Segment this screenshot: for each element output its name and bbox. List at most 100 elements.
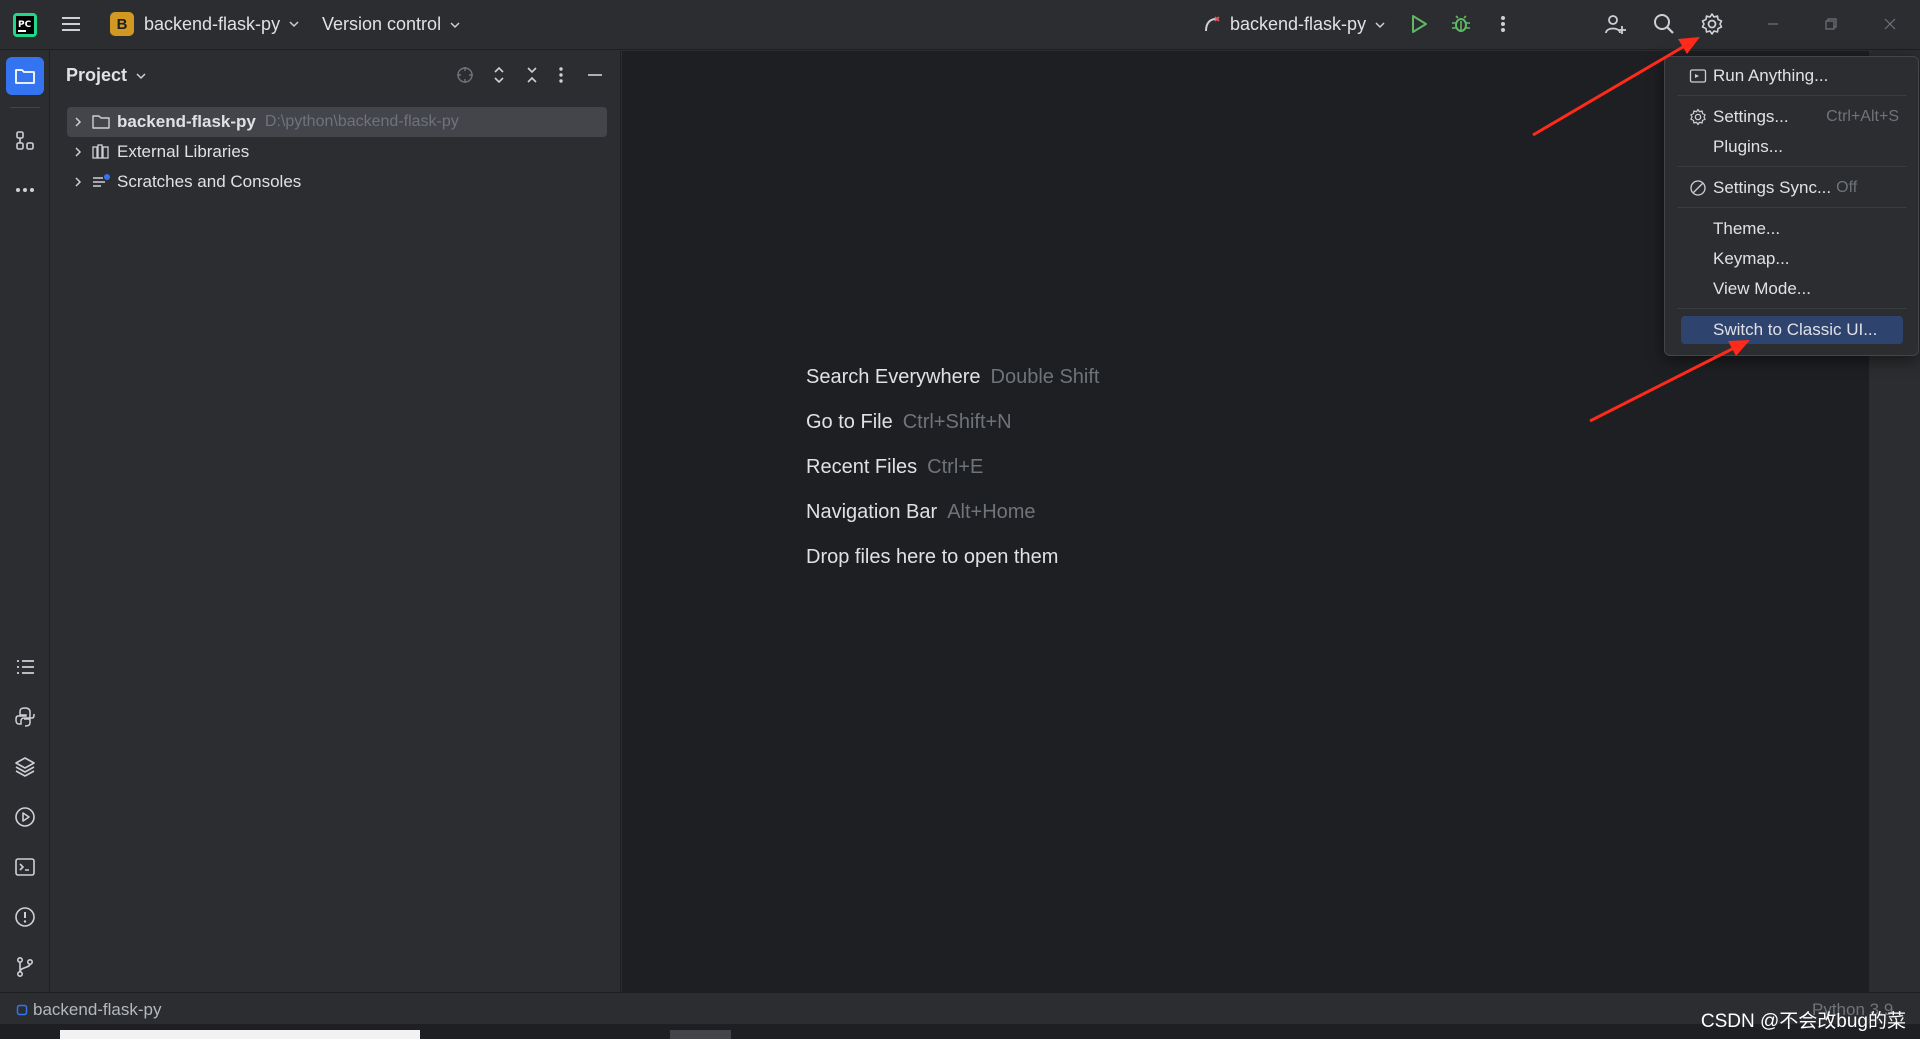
services-tool-button[interactable] xyxy=(6,798,44,836)
project-view-selector[interactable]: Project xyxy=(66,65,147,86)
gear-icon xyxy=(1701,13,1723,35)
folder-icon xyxy=(89,113,113,131)
collapse-icon xyxy=(527,67,537,83)
git-tool-button[interactable] xyxy=(6,948,44,986)
crosshair-icon xyxy=(457,67,473,83)
restore-button[interactable] xyxy=(1823,16,1839,32)
hint-navigation-bar: Navigation Bar Alt+Home xyxy=(806,501,1036,523)
collapse-all-button[interactable] xyxy=(522,65,542,85)
taskbar-tab xyxy=(670,1030,731,1039)
project-name: backend-flask-py xyxy=(144,13,281,34)
menu-item-switch-to-classic-ui[interactable]: Switch to Classic UI... xyxy=(1681,316,1903,344)
run-config-selector[interactable]: backend-flask-py xyxy=(1202,14,1386,35)
more-tools-button[interactable] xyxy=(6,171,44,209)
pycharm-logo-icon[interactable]: PC xyxy=(12,12,38,38)
search-everywhere-button[interactable] xyxy=(1652,12,1676,36)
title-bar: PC B backend-flask-py Version control ba… xyxy=(0,0,1920,50)
vcs-menu[interactable]: Version control xyxy=(322,14,461,35)
terminal-tool-button[interactable] xyxy=(6,848,44,886)
menu-item-settings[interactable]: Settings... Ctrl+Alt+S xyxy=(1681,103,1903,131)
add-user-icon xyxy=(1605,15,1626,34)
layers-icon xyxy=(15,757,35,777)
settings-popup-menu: Run Anything... Settings... Ctrl+Alt+S P… xyxy=(1664,56,1919,356)
menu-item-settings-sync[interactable]: Settings Sync... Off xyxy=(1681,174,1903,202)
menu-separator xyxy=(1677,207,1907,208)
strip-divider xyxy=(10,107,40,108)
structure-tool-button[interactable] xyxy=(6,122,44,160)
ide-settings-button[interactable] xyxy=(1700,12,1724,36)
panel-title: Project xyxy=(66,65,128,85)
more-vertical-icon xyxy=(1501,16,1505,32)
tree-item-scratches[interactable]: Scratches and Consoles xyxy=(67,167,607,197)
git-branch-icon xyxy=(17,956,34,977)
menu-item-run-anything[interactable]: Run Anything... xyxy=(1681,62,1903,90)
chevron-right-icon[interactable] xyxy=(67,146,89,158)
svg-text:PC: PC xyxy=(18,20,32,30)
layers-tool-button[interactable] xyxy=(6,748,44,786)
taskbar-preview xyxy=(60,1030,420,1039)
menu-item-plugins[interactable]: Plugins... xyxy=(1681,133,1903,161)
chevron-down-icon xyxy=(289,21,299,28)
run-anything-icon xyxy=(1689,69,1707,83)
bug-icon xyxy=(1452,15,1470,32)
run-config-name: backend-flask-py xyxy=(1230,14,1367,34)
hint-search-everywhere: Search Everywhere Double Shift xyxy=(806,366,1100,388)
more-horizontal-icon xyxy=(16,188,34,192)
module-icon xyxy=(16,1004,28,1016)
expand-all-button[interactable] xyxy=(489,65,509,85)
code-with-me-button[interactable] xyxy=(1603,12,1627,36)
watermark: CSDN @不会改bug的菜 xyxy=(1700,1011,1906,1032)
search-icon xyxy=(1654,14,1674,34)
run-circle-icon xyxy=(15,807,35,827)
menu-item-theme[interactable]: Theme... xyxy=(1681,215,1903,243)
problems-tool-button[interactable] xyxy=(6,898,44,936)
more-actions-button[interactable] xyxy=(1495,13,1511,35)
project-switcher[interactable]: B backend-flask-py xyxy=(110,12,300,36)
hide-panel-button[interactable] xyxy=(585,65,605,85)
hint-drop-files: Drop files here to open them xyxy=(806,546,1059,568)
terminal-icon xyxy=(15,858,35,876)
status-bar: backend-flask-py Python 3.9 xyxy=(0,992,1920,1024)
tree-item-external-libraries[interactable]: External Libraries xyxy=(67,137,607,167)
run-button[interactable] xyxy=(1408,13,1430,35)
tree-item-label: Scratches and Consoles xyxy=(117,172,302,191)
minimize-button[interactable] xyxy=(1765,16,1781,32)
chevron-down-icon xyxy=(136,72,146,79)
python-packages-tool-button[interactable] xyxy=(6,698,44,736)
list-icon xyxy=(17,660,34,674)
tree-item-path: D:\python\backend-flask-py xyxy=(264,113,459,130)
structure-icon xyxy=(16,131,34,150)
minimize-icon xyxy=(1768,23,1778,25)
expand-icon xyxy=(494,66,504,84)
restore-icon xyxy=(1825,18,1837,30)
more-vertical-icon xyxy=(559,67,563,83)
chevron-right-icon[interactable] xyxy=(67,116,89,128)
tree-item-project-root[interactable]: backend-flask-py D:\python\backend-flask… xyxy=(67,107,607,137)
play-icon xyxy=(1412,15,1427,33)
todo-tool-button[interactable] xyxy=(6,648,44,686)
select-opened-file-button[interactable] xyxy=(455,65,475,85)
left-tool-strip xyxy=(0,51,50,992)
close-icon xyxy=(1884,18,1896,30)
folder-icon xyxy=(15,69,35,84)
close-button[interactable] xyxy=(1882,16,1898,32)
project-tool-button[interactable] xyxy=(6,57,44,95)
chevron-right-icon[interactable] xyxy=(67,176,89,188)
scratches-icon xyxy=(89,173,113,191)
hint-go-to-file: Go to File Ctrl+Shift+N xyxy=(806,411,1012,433)
menu-separator xyxy=(1677,166,1907,167)
sync-off-icon xyxy=(1690,180,1706,196)
menu-separator xyxy=(1677,95,1907,96)
project-badge: B xyxy=(110,12,134,36)
menu-item-keymap[interactable]: Keymap... xyxy=(1681,245,1903,273)
status-project-breadcrumb[interactable]: backend-flask-py xyxy=(16,1000,162,1020)
panel-options-button[interactable] xyxy=(554,65,568,85)
library-icon xyxy=(89,143,113,161)
project-panel: Project backend-flask-py D:\python\backe… xyxy=(51,51,621,992)
hint-recent-files: Recent Files Ctrl+E xyxy=(806,456,984,478)
chevron-down-icon xyxy=(450,21,460,28)
main-menu-button[interactable] xyxy=(60,13,82,35)
menu-item-view-mode[interactable]: View Mode... xyxy=(1681,275,1903,303)
chevron-down-icon xyxy=(1375,21,1385,28)
debug-button[interactable] xyxy=(1450,13,1472,35)
